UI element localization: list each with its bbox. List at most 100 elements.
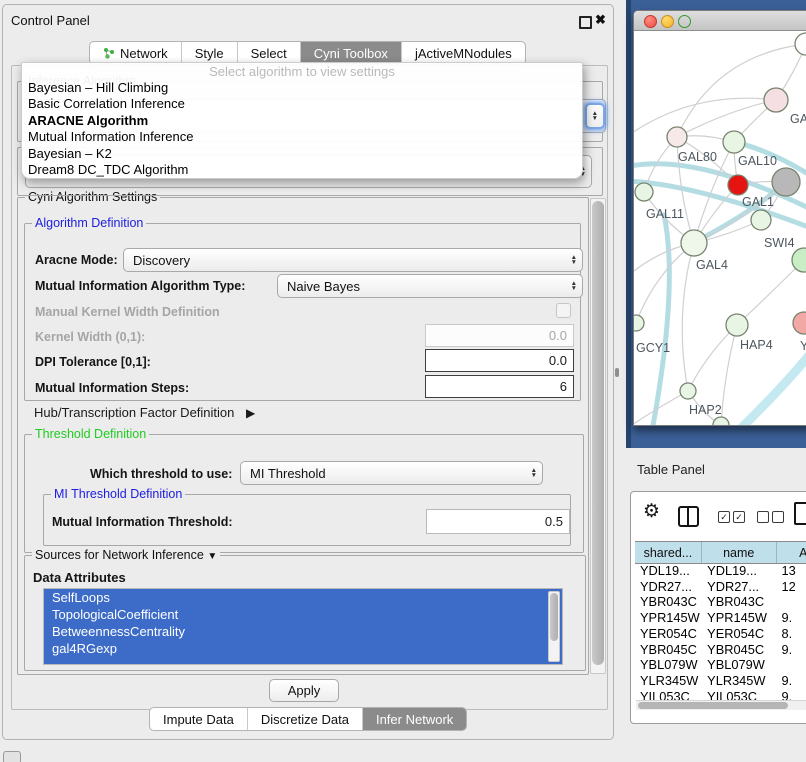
attribute-item[interactable]: TopologicalCoefficient [44, 606, 562, 623]
tab-select[interactable]: Select [238, 42, 301, 64]
tab-style[interactable]: Style [182, 42, 238, 64]
kernel-width-input[interactable]: 0.0 [425, 324, 574, 347]
attributes-scrollbar-thumb[interactable] [550, 593, 558, 641]
column-header-2[interactable]: name [702, 542, 777, 563]
expand-arrow-icon[interactable]: ▶ [246, 406, 255, 420]
node-top[interactable] [795, 33, 806, 55]
manual-kernel-checkbox[interactable] [556, 303, 571, 318]
network-edge[interactable] [737, 260, 804, 325]
combo-stepper-icon: ▲▼ [566, 255, 582, 266]
network-icon [103, 47, 115, 59]
mi-steps-input[interactable]: 6 [425, 375, 574, 398]
dropdown-item[interactable]: Basic Correlation Inference [22, 96, 582, 112]
table-cell: YBL079W [702, 657, 777, 673]
gear-icon[interactable]: ⚙ [643, 500, 660, 523]
tab-impute-data[interactable]: Impute Data [150, 708, 248, 730]
network-edge[interactable] [634, 98, 776, 135]
control-panel-title: Control Panel [11, 13, 90, 28]
attribute-item[interactable]: BetweennessCentrality [44, 623, 562, 640]
dropdown-item[interactable]: Dream8 DC_TDC Algorithm [22, 162, 582, 178]
zoom-traffic-light-icon[interactable] [678, 15, 691, 28]
attributes-scrollbar[interactable] [548, 591, 560, 662]
table-cell: YBR043C [635, 594, 702, 610]
attribute-item[interactable]: SelfLoops [44, 589, 562, 606]
tab-label: Discretize Data [261, 712, 349, 727]
tab-cyni-toolbox[interactable]: Cyni Toolbox [301, 42, 402, 64]
aracne-mode-combo[interactable]: Discovery ▲▼ [123, 248, 583, 272]
float-window-icon[interactable] [579, 16, 592, 29]
table-cell: 8. [777, 626, 806, 642]
table-row[interactable]: YPR145WYPR145W9. [635, 610, 806, 626]
node-gal11[interactable] [635, 183, 653, 201]
settings-scrollbar[interactable] [590, 198, 606, 674]
network-edge[interactable] [677, 44, 806, 137]
settings-scrollbar-thumb[interactable] [592, 201, 604, 665]
node-gal80[interactable] [667, 127, 687, 147]
apply-button[interactable]: Apply [269, 679, 339, 702]
node-swi4[interactable] [792, 248, 806, 272]
which-threshold-combo[interactable]: MI Threshold ▲▼ [240, 461, 543, 485]
table-row[interactable]: YER054CYER054C8. [635, 626, 806, 642]
select-all-icon[interactable]: ✓ ✓ [718, 511, 745, 523]
mi-threshold-input[interactable]: 0.5 [426, 509, 570, 534]
bottom-left-panel-icon[interactable] [3, 751, 21, 762]
mi-type-value: Naive Bayes [287, 279, 360, 294]
dropdown-item[interactable]: Bayesian – Hill Climbing [22, 80, 582, 96]
node-bottom[interactable] [713, 417, 729, 425]
network-window-titlebar[interactable] [634, 11, 806, 31]
node-gal10[interactable] [723, 131, 745, 153]
table-cell: YDR27... [702, 579, 777, 595]
which-threshold-label: Which threshold to use: [90, 467, 232, 481]
table-row[interactable]: YDR27...YDR27...12 [635, 579, 806, 595]
node-gcy1[interactable] [634, 315, 644, 331]
table-row[interactable]: YBR043CYBR043C [635, 594, 806, 610]
panel-divider-handle[interactable] [615, 368, 619, 377]
network-edge[interactable] [734, 343, 806, 425]
node-gal1[interactable] [751, 210, 771, 230]
tab-discretize-data[interactable]: Discretize Data [248, 708, 363, 730]
dropdown-item[interactable]: ARACNE Algorithm [22, 113, 582, 129]
table-row[interactable]: YBR045CYBR045C9. [635, 642, 806, 658]
minimize-traffic-light-icon[interactable] [661, 15, 674, 28]
close-icon[interactable]: ✖ [595, 12, 606, 28]
network-edge[interactable] [652, 215, 669, 425]
node-label-gal: GAL [790, 112, 806, 126]
table-row[interactable]: YBL079WYBL079W [635, 657, 806, 673]
table-horizontal-scrollbar[interactable] [636, 700, 806, 710]
document-icon[interactable] [794, 502, 806, 525]
table-row[interactable]: YDL19...YDL19...13 [635, 563, 806, 579]
columns-icon[interactable] [678, 506, 699, 527]
mi-type-combo[interactable]: Naive Bayes ▲▼ [277, 274, 583, 298]
deselect-all-icon[interactable] [757, 511, 784, 523]
node-hap4[interactable] [726, 314, 748, 336]
dropdown-item[interactable]: Mutual Information Inference [22, 129, 582, 145]
tab-jactivemnodules[interactable]: jActiveMNodules [402, 42, 525, 64]
network-view-window: GALGAL80GAL10GAL1GAL11SWI4GAL4GCY1HAP4YH… [633, 10, 806, 426]
node-salmon[interactable] [793, 312, 806, 334]
column-header-1[interactable]: shared... [635, 542, 702, 563]
table-row[interactable]: YLR345WYLR345W9. [635, 673, 806, 689]
unchecked-box-icon [772, 511, 784, 523]
attribute-item[interactable]: gal4RGexp [44, 640, 562, 657]
node-hap2[interactable] [680, 383, 696, 399]
node-gray[interactable] [772, 168, 800, 196]
hub-definition-section[interactable]: Hub/Transcription Factor Definition ▶ [34, 405, 255, 420]
node-red[interactable] [728, 175, 748, 195]
attribute-row-partial[interactable] [44, 657, 562, 665]
node-gal2[interactable] [764, 88, 788, 112]
column-header-3[interactable]: A [777, 542, 806, 563]
close-traffic-light-icon[interactable] [644, 15, 657, 28]
table-scrollbar-thumb[interactable] [638, 702, 788, 709]
network-edge[interactable] [634, 391, 688, 425]
checked-box-icon: ✓ [718, 511, 730, 523]
dropdown-item[interactable]: Bayesian – K2 [22, 146, 582, 162]
network-graph[interactable]: GALGAL80GAL10GAL1GAL11SWI4GAL4GCY1HAP4YH… [634, 31, 806, 425]
dpi-tolerance-input[interactable]: 0.0 [425, 349, 574, 372]
tab-network[interactable]: Network [90, 42, 182, 64]
collapse-arrow-icon[interactable]: ▼ [207, 551, 217, 562]
desktop-shadow [626, 0, 631, 448]
node-gal4[interactable] [681, 230, 707, 256]
tab-infer-network[interactable]: Infer Network [363, 708, 466, 730]
network-edge[interactable] [682, 243, 694, 391]
network-canvas[interactable]: GALGAL80GAL10GAL1GAL11SWI4GAL4GCY1HAP4YH… [634, 31, 806, 425]
